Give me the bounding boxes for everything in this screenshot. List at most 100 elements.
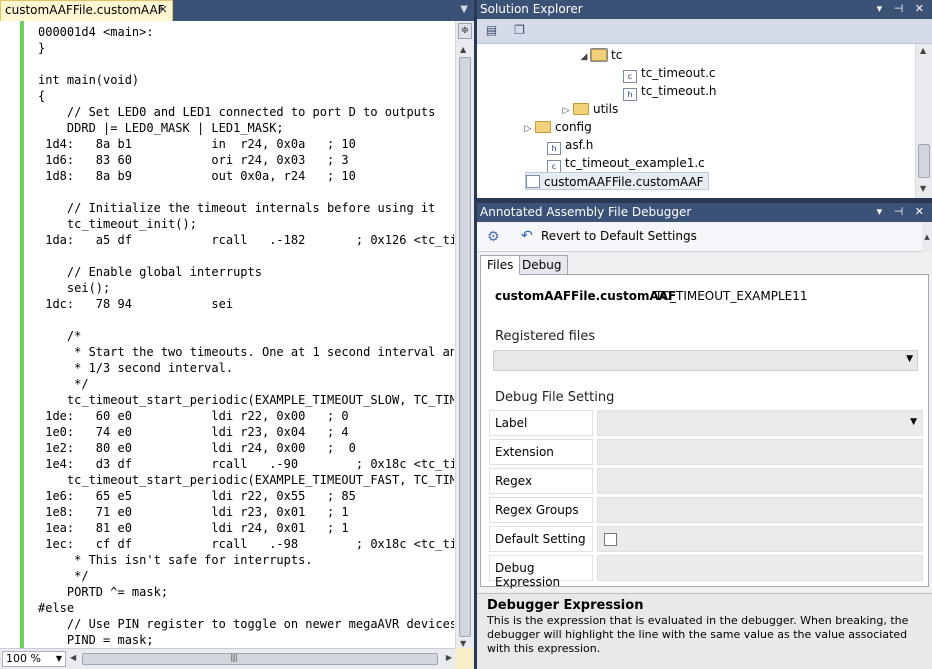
split-handle-icon[interactable]: ≑ (458, 23, 472, 39)
tab-debug[interactable]: Debug (515, 255, 569, 275)
revert-button[interactable]: Revert to Default Settings (541, 229, 697, 243)
solution-explorer-title-bar[interactable]: Solution Explorer ▾ ⊣ ✕ (477, 0, 932, 19)
file-icon (526, 175, 540, 188)
tree-item-label: tc_timeout.c (641, 66, 716, 80)
label-select[interactable]: ▼ (597, 410, 923, 436)
code-line: sei(); (38, 281, 111, 295)
scroll-left-icon[interactable]: ◀ (70, 653, 76, 662)
vertical-scrollbar[interactable]: ≑ ▲ ▼ (455, 21, 474, 648)
code-line: 1e8: 71 e0 ldi r23, 0x01 ; 1 (38, 505, 349, 519)
code-line: 1da: a5 df rcall .-182 ; 0x126 <tc_timeo… (45, 233, 454, 247)
prop-key: Extension (489, 439, 593, 465)
code-line: { (38, 89, 46, 103)
prop-default-setting: Default Setting (489, 526, 923, 552)
registered-files-select[interactable]: ▼ (493, 350, 918, 371)
code-line: // Initialize the timeout internals befo… (38, 201, 436, 215)
undo-icon[interactable]: ↶ (521, 228, 533, 244)
zoom-select[interactable]: 100 % ▼ (2, 651, 66, 667)
grip-icon: |||| (230, 653, 238, 662)
scroll-right-icon[interactable]: ▶ (446, 653, 452, 662)
document-tab-label: customAAFFile.customAAF (5, 3, 165, 17)
scroll-up-icon[interactable]: ▲ (920, 46, 926, 55)
tree-item-tc-timeout-c[interactable]: c tc_timeout.c (623, 64, 716, 83)
tree-item-label: tc_timeout.h (641, 84, 717, 98)
vertical-scrollbar[interactable]: ▲ ▼ (915, 44, 932, 198)
aafd-title-bar[interactable]: Annotated Assembly File Debugger ▾ ⊣ ✕ (477, 203, 932, 222)
scroll-thumb[interactable] (918, 144, 930, 178)
code-line: 1d8: 8a b9 out 0x0a, r24 ; 10 (38, 169, 356, 183)
code-line: 1d6: 83 60 ori r24, 0x03 ; 3 (38, 153, 349, 167)
code-line: tc_timeout_start_periodic(EXAMPLE_TIMEOU… (38, 393, 454, 407)
code-line: tc_timeout_start_periodic(EXAMPLE_TIMEOU… (38, 473, 454, 487)
tab-files[interactable]: Files (480, 255, 521, 275)
expand-arrow-icon[interactable]: ▷ (521, 120, 535, 138)
window-buttons-icon[interactable]: ▾ ⊣ ✕ (877, 2, 928, 15)
code-line: int main(void) (38, 73, 140, 87)
tree-item-label: utils (593, 102, 619, 116)
folder-icon (535, 121, 551, 133)
scroll-thumb[interactable] (82, 653, 438, 665)
code-line: 1ec: cf df rcall .-98 ; 0x18c <tc_timeou… (45, 537, 454, 551)
tree-item-tc-timeout-example1-c[interactable]: c tc_timeout_example1.c (547, 154, 705, 173)
tree-item-asf-h[interactable]: h asf.h (547, 136, 593, 155)
solution-explorer-toolbar: ▤ ❐ (477, 19, 932, 44)
prop-key: Regex (489, 468, 593, 494)
collapse-arrow-icon[interactable]: ◢ (577, 48, 591, 66)
scroll-thumb[interactable] (459, 57, 471, 637)
regex-field[interactable] (597, 468, 923, 494)
code-line: 1e4: d3 df rcall .-90 ; 0x18c <tc_timeou… (45, 457, 454, 471)
code-line: * 1/3 second interval. (38, 361, 234, 375)
default-setting-checkbox[interactable] (604, 533, 617, 546)
code-line: * Start the two timeouts. One at 1 secon… (38, 345, 454, 359)
tree-item-tc[interactable]: ◢ tc (577, 46, 622, 64)
folder-open-icon (590, 48, 608, 62)
code-line: tc_timeout_init(); (38, 217, 197, 231)
extension-field[interactable] (597, 439, 923, 465)
tree-item-label: tc_timeout_example1.c (565, 156, 705, 170)
show-all-files-icon[interactable]: ❐ (511, 23, 528, 39)
code-line: 1ea: 81 e0 ldi r24, 0x01 ; 1 (38, 521, 349, 535)
code-editor: customAAFFile.customAAF × ▼ 000001d4 <ma… (0, 0, 474, 669)
regex-groups-field[interactable] (597, 497, 923, 523)
code-line: 1d4: 8a b1 in r24, 0x0a ; 10 (38, 137, 356, 151)
prop-extension: Extension (489, 439, 923, 465)
editor-bottom-bar: 100 % ▼ ◀ |||| ▶ (0, 648, 474, 669)
debug-file-setting-label: Debug File Setting (495, 390, 615, 405)
code-text-area[interactable]: 000001d4 <main>:} int main(void) { // Set … (38, 24, 454, 648)
h-file-icon: h (623, 88, 637, 101)
close-icon[interactable]: × (158, 2, 168, 16)
project-name: TC_TIMEOUT_EXAMPLE11 (655, 289, 808, 303)
code-line: /* (38, 329, 82, 343)
prop-key: Regex Groups (489, 497, 593, 523)
chevron-down-icon: ▼ (55, 654, 62, 663)
prop-regex: Regex (489, 468, 923, 494)
tree-item-config[interactable]: ▷ config (521, 118, 592, 136)
horizontal-scrollbar[interactable]: ◀ |||| ▶ (70, 651, 452, 667)
prop-key: Default Setting (489, 526, 593, 552)
tree-item-utils[interactable]: ▷ utils (559, 100, 619, 118)
document-tab[interactable]: customAAFFile.customAAF × (0, 0, 173, 21)
solution-explorer: Solution Explorer ▾ ⊣ ✕ ▤ ❐ ◢ tc c tc_time… (477, 0, 932, 198)
change-tracking-bar (20, 21, 24, 648)
gear-icon[interactable]: ⚙ (487, 229, 500, 245)
code-line: 1e6: 65 e5 ldi r22, 0x55 ; 85 (38, 489, 356, 503)
code-line: // Set LED0 and LED1 connected to port D… (38, 105, 436, 119)
chevron-down-icon[interactable]: ▼ (460, 4, 468, 15)
code-line: #else (38, 601, 75, 615)
toolbar-scroll-icon[interactable]: ▲ (922, 222, 932, 252)
scroll-down-icon[interactable]: ▼ (460, 639, 466, 648)
scroll-down-icon[interactable]: ▼ (920, 184, 926, 193)
window-buttons-icon[interactable]: ▾ ⊣ ✕ (877, 205, 928, 218)
debug-expression-field[interactable] (597, 555, 923, 581)
help-description: This is the expression that is evaluated… (487, 614, 909, 655)
properties-icon[interactable]: ▤ (483, 23, 500, 39)
tree-item-tc-timeout-h[interactable]: h tc_timeout.h (623, 82, 717, 101)
code-line: 1de: 60 e0 ldi r22, 0x00 ; 0 (38, 409, 349, 423)
zoom-value: 100 % (6, 652, 41, 665)
scroll-up-icon[interactable]: ▲ (460, 45, 466, 54)
tree-item-customaaffile[interactable]: customAAFFile.customAAF (525, 172, 709, 190)
